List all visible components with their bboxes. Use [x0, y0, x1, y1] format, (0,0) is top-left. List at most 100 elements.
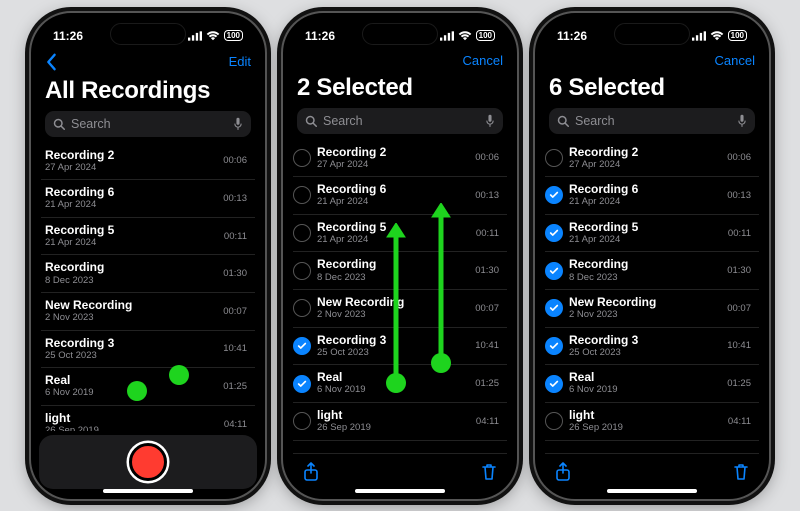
trash-button[interactable]: [733, 463, 749, 486]
recording-date: 27 Apr 2024: [569, 160, 721, 170]
recording-duration: 00:07: [475, 303, 503, 314]
recording-row[interactable]: Recording 227 Apr 202400:06: [545, 140, 759, 178]
home-indicator[interactable]: [607, 489, 697, 493]
recording-date: 27 Apr 2024: [45, 163, 217, 173]
share-button[interactable]: [555, 462, 571, 487]
selection-checkmark[interactable]: [545, 149, 563, 167]
recording-row[interactable]: Recording 521 Apr 202400:11: [41, 218, 255, 256]
recording-row[interactable]: Recording 621 Apr 2024 00:13: [545, 177, 759, 215]
selection-checkmark[interactable]: [545, 224, 563, 242]
recording-duration: 01:25: [475, 378, 503, 389]
gesture-touch-dot: [386, 373, 406, 393]
selection-checkmark[interactable]: [293, 375, 311, 393]
recordings-list[interactable]: Recording 227 Apr 202400:06Recording 621…: [41, 143, 255, 431]
recording-row[interactable]: Real6 Nov 201901:25: [41, 368, 255, 406]
recording-row[interactable]: Recording 621 Apr 202400:13: [293, 177, 507, 215]
cancel-button[interactable]: Cancel: [715, 53, 755, 68]
selection-checkmark[interactable]: [545, 186, 563, 204]
cancel-button[interactable]: Cancel: [463, 53, 503, 68]
recording-name: Recording 5: [569, 221, 722, 234]
recording-duration: 00:13: [223, 193, 251, 204]
home-indicator[interactable]: [355, 489, 445, 493]
search-placeholder: Search: [575, 114, 615, 128]
status-icons: 100: [440, 30, 495, 41]
trash-button[interactable]: [481, 463, 497, 486]
home-indicator[interactable]: [103, 489, 193, 493]
status-time: 11:26: [53, 29, 83, 43]
recording-date: 21 Apr 2024: [45, 238, 218, 248]
recording-date: 21 Apr 2024: [569, 197, 721, 207]
search-input[interactable]: Search: [45, 111, 251, 137]
recording-row[interactable]: light26 Sep 201904:11: [293, 403, 507, 441]
recording-name: Recording: [569, 258, 721, 271]
mic-icon[interactable]: [737, 114, 747, 128]
recording-row[interactable]: Recording 227 Apr 202400:06: [293, 140, 507, 178]
recording-row[interactable]: New Recording2 Nov 202300:07: [41, 293, 255, 331]
selection-checkmark[interactable]: [293, 337, 311, 355]
recording-row[interactable]: Recording 227 Apr 202400:06: [41, 143, 255, 181]
recording-name: Recording 6: [569, 183, 721, 196]
search-placeholder: Search: [323, 114, 363, 128]
recording-duration: 01:30: [223, 268, 251, 279]
share-button[interactable]: [303, 462, 319, 487]
recording-date: 6 Nov 2019: [569, 385, 721, 395]
search-icon: [305, 115, 317, 127]
recording-duration: 00:06: [727, 152, 755, 163]
recording-row[interactable]: New Recording2 Nov 202300:07: [545, 290, 759, 328]
recording-name: Recording 2: [45, 149, 217, 162]
recording-date: 27 Apr 2024: [317, 160, 469, 170]
search-icon: [557, 115, 569, 127]
recording-row[interactable]: Recording 325 Oct 202310:41: [545, 328, 759, 366]
edit-button[interactable]: Edit: [229, 54, 251, 69]
recording-duration: 00:13: [727, 190, 755, 201]
selection-checkmark[interactable]: [545, 337, 563, 355]
recording-row[interactable]: Recording 621 Apr 202400:13: [41, 180, 255, 218]
recording-duration: 01:30: [727, 265, 755, 276]
selection-checkmark[interactable]: [545, 412, 563, 430]
status-icons: 100: [188, 30, 243, 41]
selection-checkmark[interactable]: [293, 224, 311, 242]
record-bar: [39, 435, 257, 489]
recordings-list[interactable]: Recording 227 Apr 202400:06Recording 621…: [545, 140, 759, 453]
recording-row[interactable]: Recording8 Dec 202301:30: [41, 255, 255, 293]
selection-checkmark[interactable]: [545, 299, 563, 317]
selection-checkmark[interactable]: [293, 412, 311, 430]
recording-row[interactable]: Recording8 Dec 202301:30: [545, 252, 759, 290]
selection-checkmark[interactable]: [293, 262, 311, 280]
gesture-swipe-arrow: [426, 203, 456, 371]
nav-bar: Cancel: [293, 51, 507, 72]
recording-date: 2 Nov 2023: [45, 313, 217, 323]
selection-checkmark[interactable]: [545, 375, 563, 393]
selection-checkmark[interactable]: [545, 262, 563, 280]
gesture-touch-dot: [127, 381, 147, 401]
back-button[interactable]: [45, 53, 57, 71]
selection-checkmark[interactable]: [293, 299, 311, 317]
search-input[interactable]: Search: [297, 108, 503, 134]
signal-icon: [692, 31, 706, 41]
record-button[interactable]: [129, 443, 167, 481]
recording-row[interactable]: Recording 325 Oct 202310:41: [41, 331, 255, 369]
recording-duration: 00:07: [223, 306, 251, 317]
gesture-touch-dot: [431, 353, 451, 373]
search-placeholder: Search: [71, 117, 111, 131]
selection-checkmark[interactable]: [293, 149, 311, 167]
recording-date: 26 Sep 2019: [317, 423, 470, 433]
recording-row[interactable]: Real6 Nov 201901:25: [545, 365, 759, 403]
mic-icon[interactable]: [485, 114, 495, 128]
recording-duration: 04:11: [728, 416, 755, 427]
recording-date: 8 Dec 2023: [45, 276, 217, 286]
mic-icon[interactable]: [233, 117, 243, 131]
recording-row[interactable]: light26 Sep 201904:11: [41, 406, 255, 431]
dynamic-island: [362, 23, 438, 45]
signal-icon: [440, 31, 454, 41]
recording-date: 26 Sep 2019: [45, 426, 218, 430]
recording-name: Recording 6: [317, 183, 469, 196]
recording-duration: 01:25: [223, 381, 251, 392]
gesture-swipe-arrow: [381, 223, 411, 391]
recording-row[interactable]: light26 Sep 201904:11: [545, 403, 759, 441]
search-icon: [53, 118, 65, 130]
recording-row[interactable]: Recording 521 Apr 202400:11: [545, 215, 759, 253]
recording-name: Real: [569, 371, 721, 384]
selection-checkmark[interactable]: [293, 186, 311, 204]
search-input[interactable]: Search: [549, 108, 755, 134]
